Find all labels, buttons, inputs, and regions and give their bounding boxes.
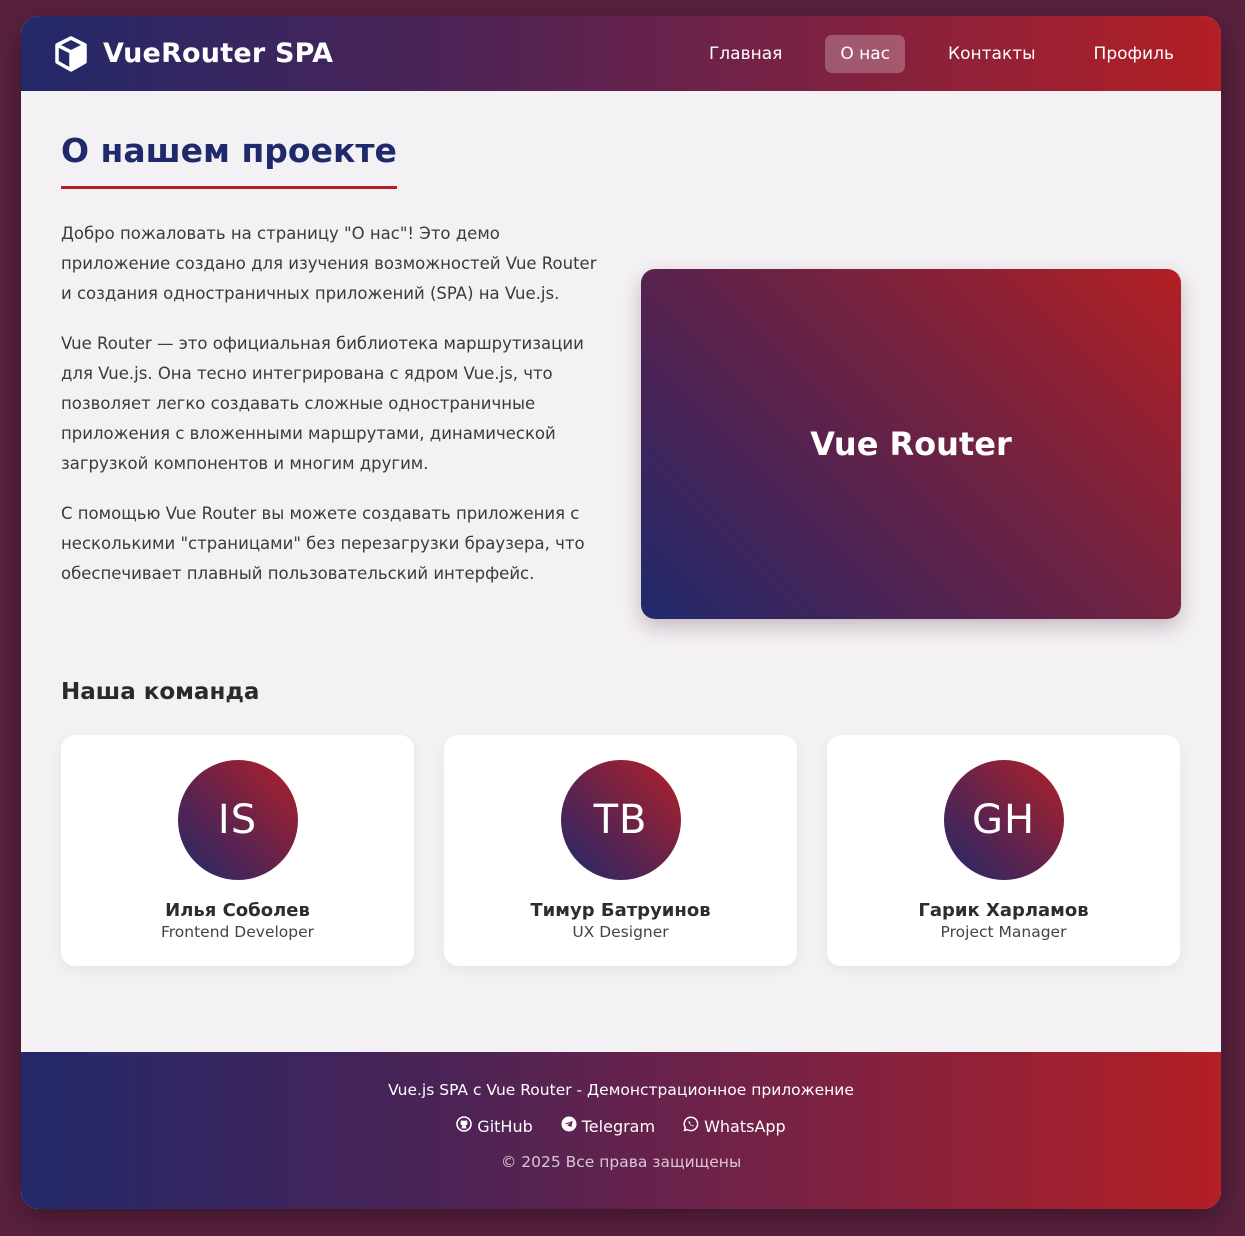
main-nav: Главная О нас Контакты Профиль	[694, 34, 1189, 73]
brand-title: VueRouter SPA	[103, 38, 334, 69]
main-content: О нашем проекте Добро пожаловать на стра…	[21, 91, 1221, 966]
cube-icon	[53, 35, 89, 72]
member-role: Project Manager	[940, 923, 1067, 941]
member-role: Frontend Developer	[160, 923, 315, 941]
whatsapp-link-label: WhatsApp	[704, 1116, 786, 1136]
vue-router-banner: Vue Router	[641, 269, 1181, 619]
telegram-link[interactable]: Telegram	[561, 1116, 655, 1136]
member-name: Гарик Харламов	[918, 900, 1089, 921]
whatsapp-icon	[683, 1116, 699, 1136]
footer: Vue.js SPA с Vue Router - Демонстрационн…	[21, 1052, 1221, 1209]
footer-links: GitHub Telegram WhatsApp	[21, 1116, 1221, 1136]
nav-profile[interactable]: Профиль	[1079, 35, 1189, 73]
team-card: GH Гарик Харламов Project Manager	[827, 735, 1180, 966]
about-paragraph: Добро пожаловать на страницу "О нас"! Эт…	[61, 224, 597, 303]
team-title: Наша команда	[61, 679, 260, 705]
member-name: Илья Соболев	[165, 900, 310, 921]
avatar: IS	[177, 760, 298, 880]
banner-label: Vue Router	[810, 425, 1012, 463]
about-paragraph: Vue Router — это официальная библиотека …	[61, 334, 584, 473]
footer-tagline: Vue.js SPA с Vue Router - Демонстрационн…	[388, 1081, 854, 1099]
member-name: Тимур Батруинов	[530, 900, 711, 921]
about-paragraph: С помощью Vue Router вы можете создавать…	[61, 504, 585, 583]
avatar: TB	[560, 760, 681, 880]
avatar: GH	[943, 760, 1064, 880]
telegram-link-label: Telegram	[581, 1116, 656, 1136]
about-section: Добро пожаловать на страницу "О нас"! Эт…	[61, 219, 1181, 619]
app-window: VueRouter SPA Главная О нас Контакты Про…	[21, 16, 1221, 1209]
member-role: UX Designer	[572, 923, 669, 941]
team-card: TB Тимур Батруинов UX Designer	[444, 735, 797, 966]
github-link-label: GitHub	[477, 1116, 533, 1136]
team-list: IS Илья Соболев Frontend Developer TB Ти…	[61, 735, 1181, 966]
telegram-icon	[561, 1116, 577, 1136]
brand[interactable]: VueRouter SPA	[53, 35, 334, 72]
nav-contacts[interactable]: Контакты	[933, 35, 1051, 73]
copyright: © 2025 Все права защищены	[500, 1153, 742, 1171]
nav-about[interactable]: О нас	[825, 34, 906, 73]
team-card: IS Илья Соболев Frontend Developer	[61, 735, 414, 966]
nav-home[interactable]: Главная	[694, 35, 797, 73]
top-navbar: VueRouter SPA Главная О нас Контакты Про…	[21, 16, 1221, 91]
whatsapp-link[interactable]: WhatsApp	[683, 1116, 786, 1136]
github-icon	[456, 1116, 473, 1136]
about-text: Добро пожаловать на страницу "О нас"! Эт…	[61, 219, 601, 619]
github-link[interactable]: GitHub	[456, 1116, 533, 1136]
page-title: О нашем проекте	[61, 131, 397, 189]
